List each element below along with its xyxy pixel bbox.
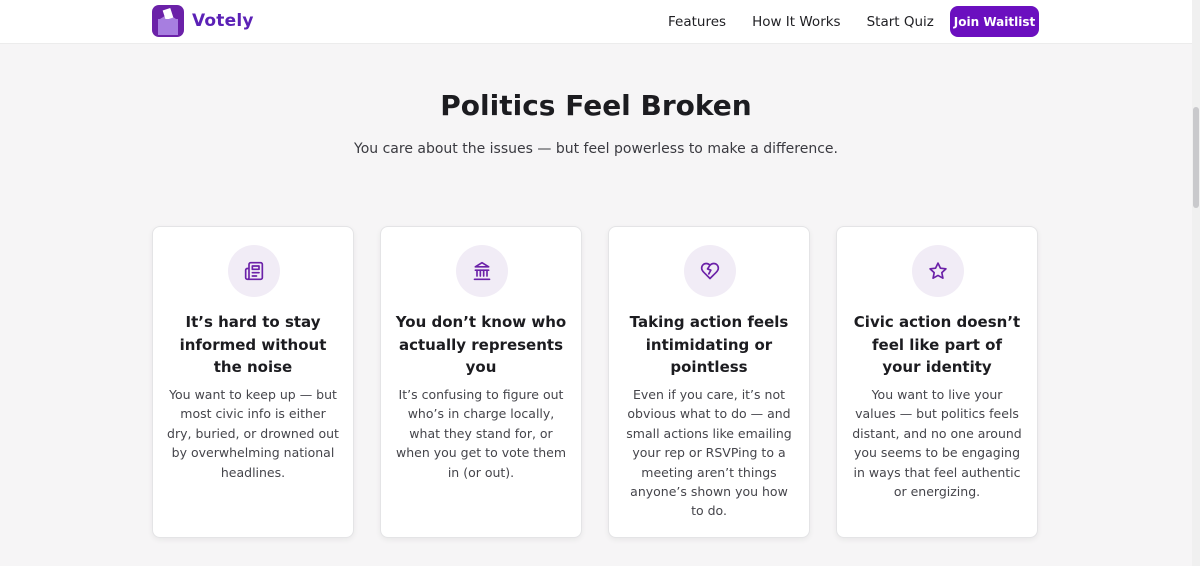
card-title: Civic action doesn’t feel like part of y… — [853, 313, 1021, 376]
ballot-box-icon — [152, 5, 184, 37]
card-body: You want to live your values — but polit… — [852, 387, 1022, 500]
card-title: It’s hard to stay informed without the n… — [179, 313, 327, 376]
nav-links: Features How It Works Start Quiz — [668, 0, 960, 43]
section-subtitle: You care about the issues — but feel pow… — [354, 141, 838, 157]
brand-logo-link[interactable]: Votely — [152, 5, 254, 37]
newspaper-icon — [228, 245, 280, 297]
card-body: Even if you care, it’s not obvious what … — [626, 387, 792, 519]
page-scrollbar[interactable] — [1192, 0, 1200, 566]
card-body: It’s confusing to figure out who’s in ch… — [396, 387, 566, 480]
broken-heart-icon — [684, 245, 736, 297]
card-body: You want to keep up — but most civic inf… — [167, 387, 339, 480]
nav-link-start-quiz[interactable]: Start Quiz — [867, 14, 934, 30]
card-title: You don’t know who actually represents y… — [395, 313, 567, 376]
star-icon — [912, 245, 964, 297]
problem-card-representation: You don’t know who actually represents y… — [380, 226, 582, 538]
government-building-icon — [456, 245, 508, 297]
scrollbar-thumb[interactable] — [1193, 107, 1199, 208]
nav-link-how-it-works[interactable]: How It Works — [752, 14, 841, 30]
brand-name: Votely — [192, 11, 254, 31]
nav-link-features[interactable]: Features — [668, 14, 726, 30]
card-title: Taking action feels intimidating or poin… — [629, 313, 789, 376]
problem-card-action: Taking action feels intimidating or poin… — [608, 226, 810, 538]
join-waitlist-button[interactable]: Join Waitlist — [950, 6, 1039, 37]
problem-card-identity: Civic action doesn’t feel like part of y… — [836, 226, 1038, 538]
top-navbar: Votely Features How It Works Start Quiz … — [0, 0, 1192, 44]
problem-card-informed: It’s hard to stay informed without the n… — [152, 226, 354, 538]
section-title: Politics Feel Broken — [440, 89, 752, 122]
